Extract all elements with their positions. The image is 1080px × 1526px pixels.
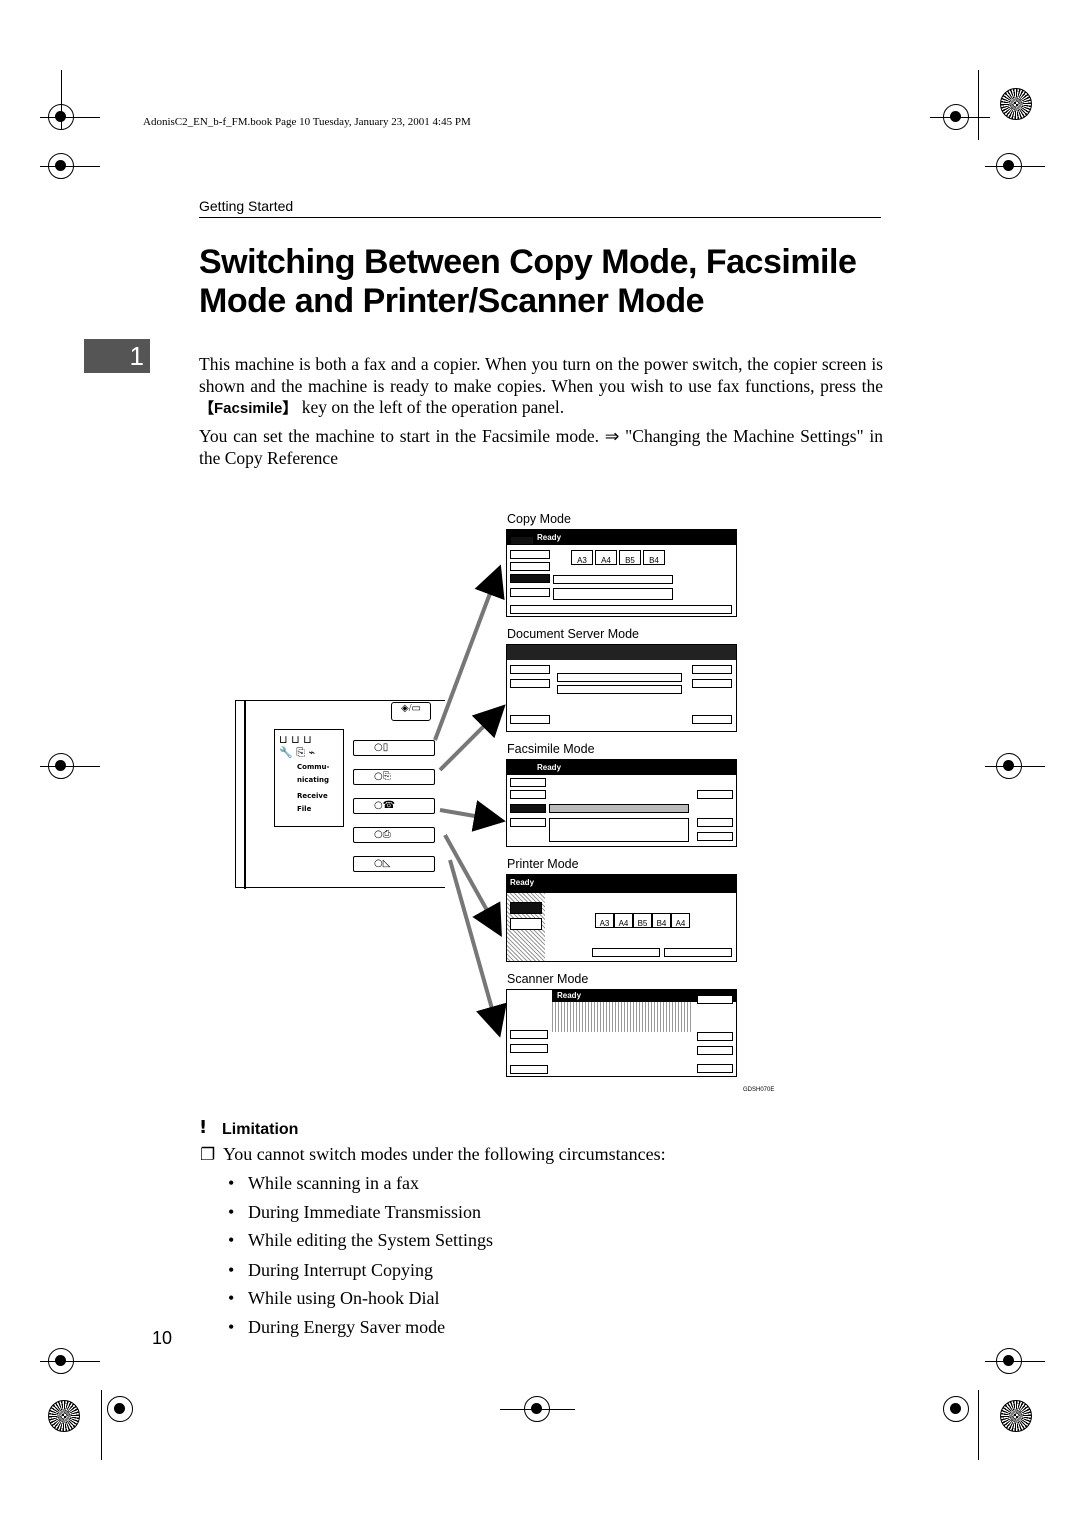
paper-size: B5 — [633, 913, 652, 928]
printer-key[interactable]: ○⎙ — [353, 827, 435, 843]
printer-mode-screen: Ready A3 A4 B5 B4 A4 — [506, 874, 737, 962]
status: Ready — [507, 530, 736, 545]
arrow-copy — [433, 564, 505, 741]
document-server-key[interactable]: ○⎘ — [353, 769, 435, 785]
facsimile-key[interactable]: ○☎ — [353, 798, 435, 814]
chapter-tab: 1 — [84, 339, 150, 373]
text: This machine is both a fax and a copier.… — [199, 354, 883, 396]
tray-icons: ⊔ ⊔ ⊔ — [279, 733, 312, 746]
checkbox-icon: ❐ — [200, 1145, 216, 1164]
printer-mode-label: Printer Mode — [507, 857, 579, 871]
status: Ready — [507, 875, 736, 893]
scanner-mode-screen: Ready — [506, 989, 737, 1077]
service-icons: 🔧 ⎘ ⌁ — [279, 746, 316, 759]
scanner-mode-label: Scanner Mode — [507, 972, 589, 986]
paper-size: A4 — [595, 550, 617, 565]
list-item: During Immediate Transmission — [228, 1202, 481, 1223]
paper-size: A3 — [595, 913, 614, 928]
arrow-docserver — [438, 704, 506, 772]
paper-size: A4 — [671, 913, 690, 928]
paper-size: B5 — [619, 550, 641, 565]
energy-saver-icon: ◈/▭ — [391, 702, 431, 721]
page-number: 10 — [152, 1328, 173, 1348]
copy-mode-screen: Ready A3 A4 B5 B4 — [506, 529, 737, 617]
copy-key[interactable]: ○▯ — [353, 740, 435, 756]
facsimile-key-label: 【Facsimile】 — [199, 400, 298, 417]
receive-file-label: Receive File — [297, 792, 328, 813]
section-name: Getting Started — [199, 198, 294, 214]
communicating-label: Commu- nicating — [297, 763, 330, 784]
limitation-icon: ! — [199, 1117, 208, 1138]
list-item: During Interrupt Copying — [228, 1260, 433, 1281]
paragraph-start-mode: You can set the machine to start in the … — [199, 426, 883, 468]
paper-size: B4 — [652, 913, 671, 928]
limitation-heading: Limitation — [222, 1121, 299, 1138]
paper-size: A4 — [614, 913, 633, 928]
list-item: While using On-hook Dial — [228, 1288, 440, 1309]
status: Ready — [507, 760, 736, 775]
facsimile-mode-screen: Ready — [506, 759, 737, 847]
copy-mode-label: Copy Mode — [507, 512, 571, 526]
document-server-mode-label: Document Server Mode — [507, 627, 640, 641]
page-title: Switching Between Copy Mode, Facsimile M… — [199, 243, 857, 320]
mode-arrows — [433, 564, 507, 1038]
indicator-box: ⊔ ⊔ ⊔ 🔧 ⎘ ⌁ Commu- nicating Receive File — [274, 729, 344, 827]
paper-size: A3 — [571, 550, 593, 565]
list-item: While scanning in a fax — [228, 1173, 419, 1194]
paragraph-intro: This machine is both a fax and a copier.… — [199, 354, 883, 420]
list-item: While editing the System Settings — [228, 1230, 493, 1251]
scanner-key[interactable]: ○◺ — [353, 856, 435, 872]
paper-size: B4 — [643, 550, 665, 565]
arrow-fax — [439, 800, 506, 832]
facsimile-mode-label: Facsimile Mode — [507, 742, 595, 756]
figure-code: GDSH070E — [743, 1087, 775, 1093]
text: key on the left of the operation panel. — [297, 397, 565, 417]
document-server-mode-screen — [506, 644, 737, 732]
list-item: During Energy Saver mode — [228, 1317, 445, 1338]
header-rule — [199, 217, 881, 218]
book-header-info: AdonisC2_EN_b-f_FM.book Page 10 Tuesday,… — [143, 116, 471, 128]
limitation-intro: You cannot switch modes under the follow… — [223, 1144, 666, 1164]
arrow-printer — [443, 834, 502, 937]
